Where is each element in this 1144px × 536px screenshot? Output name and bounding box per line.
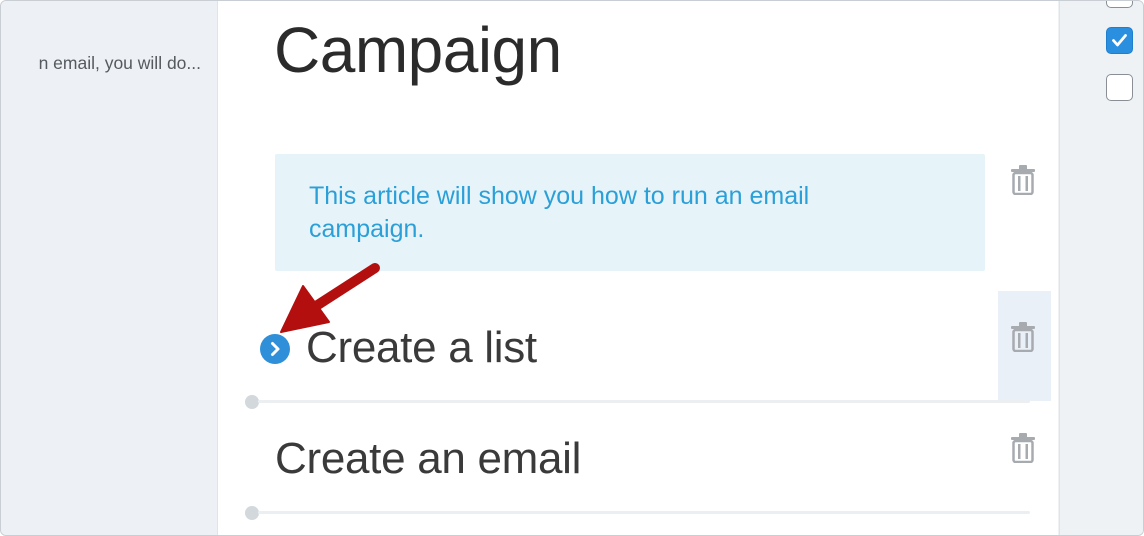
checkbox-0[interactable]	[1106, 1, 1133, 8]
step-1-divider	[258, 400, 1030, 403]
trash-icon	[1011, 433, 1035, 463]
step-1-drag-handle[interactable]	[245, 395, 259, 409]
step-2-drag-handle[interactable]	[245, 506, 259, 520]
right-sidebar	[1059, 1, 1143, 535]
step-2-divider	[258, 511, 1030, 514]
left-sidebar: n email, you will do...	[1, 1, 218, 535]
delete-step-1-trash-icon[interactable]	[1010, 322, 1036, 352]
trash-icon	[1011, 322, 1035, 352]
checkbox-2[interactable]	[1106, 74, 1133, 101]
delete-info-block-trash-icon[interactable]	[1010, 165, 1036, 195]
info-text[interactable]: This article will show you how to run an…	[309, 180, 909, 246]
app-frame: n email, you will do... Campaign This ar…	[0, 0, 1144, 536]
article-snippet-text: n email, you will do...	[38, 53, 201, 73]
page-title[interactable]: Campaign	[274, 13, 562, 87]
step-2-title[interactable]: Create an email	[275, 434, 581, 484]
delete-step-2-trash-icon[interactable]	[1010, 433, 1036, 463]
checkmark-icon	[1112, 34, 1127, 47]
info-block[interactable]: This article will show you how to run an…	[275, 154, 985, 271]
annotation-arrow	[280, 263, 380, 333]
checkbox-1[interactable]	[1106, 27, 1133, 54]
article-list-snippet[interactable]: n email, you will do...	[1, 53, 201, 74]
trash-icon	[1011, 165, 1035, 195]
